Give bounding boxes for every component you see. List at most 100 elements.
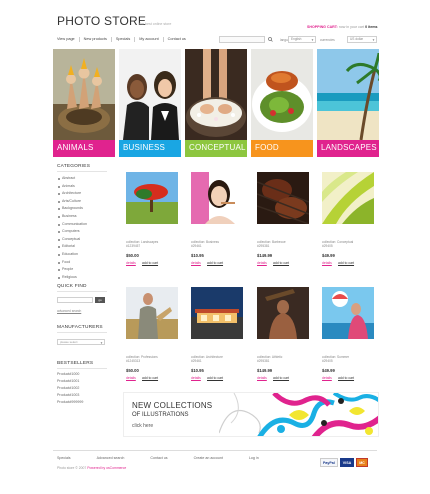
- nav-contact-us[interactable]: Contact us: [164, 37, 190, 42]
- currency-select[interactable]: US dollar ▼: [347, 36, 377, 43]
- tile-bar-conceptual: CONCEPTUAL: [185, 140, 247, 157]
- footer-divider: [53, 450, 377, 451]
- tile-bar-business: BUSINESS: [119, 140, 181, 157]
- product-card: collection: Athletic #295381 $149.99 deta…: [257, 287, 313, 387]
- nav-new-products[interactable]: New products: [80, 36, 112, 42]
- manufacturers-select[interactable]: please select ▼: [57, 339, 105, 345]
- category-item[interactable]: Religious: [57, 274, 109, 282]
- category-item[interactable]: Communication: [57, 221, 109, 229]
- promo-banner[interactable]: NEW COLLECTIONS OF ILLUSTRATIONS click h…: [123, 392, 379, 437]
- mastercard-logo: MC: [356, 458, 368, 467]
- category-item[interactable]: Editorial: [57, 243, 109, 251]
- product-image[interactable]: [257, 287, 309, 339]
- tile-label-animals: ANIMALS: [57, 143, 94, 152]
- details-link[interactable]: details: [257, 376, 267, 380]
- details-link[interactable]: details: [322, 261, 332, 265]
- promo-link[interactable]: click here: [132, 423, 153, 429]
- add-to-cart-link[interactable]: add to cart: [273, 376, 289, 380]
- divider: [57, 368, 107, 369]
- product-image[interactable]: [126, 287, 178, 339]
- tile-label-conceptual: CONCEPTUAL: [189, 143, 246, 152]
- banner-tile-landscapes[interactable]: LANDSCAPES: [317, 49, 379, 157]
- product-card: collection: Barbecue #295381 $149.99 deta…: [257, 172, 313, 272]
- footer-link-specials[interactable]: Specials: [57, 456, 71, 460]
- product-price: $50.00: [126, 368, 139, 373]
- add-to-cart-link[interactable]: add to cart: [142, 376, 158, 380]
- category-item[interactable]: Business: [57, 213, 109, 221]
- category-item[interactable]: Animals: [57, 183, 109, 191]
- nav-my-account[interactable]: My account: [135, 36, 164, 42]
- nav-specials[interactable]: Specials: [112, 36, 136, 42]
- banner-tile-animals[interactable]: ANIMALS: [53, 49, 115, 157]
- store-logo[interactable]: PHOTO STORE: [57, 13, 146, 28]
- category-item[interactable]: Architecture: [57, 190, 109, 198]
- search-button[interactable]: [267, 36, 273, 43]
- bestseller-item[interactable]: Product#1000: [57, 371, 109, 378]
- banner-tile-business[interactable]: BUSINESS: [119, 49, 181, 157]
- divider: [57, 171, 107, 172]
- footer-link-create-account[interactable]: Create an account: [194, 456, 223, 460]
- category-item[interactable]: Backgrounds: [57, 205, 109, 213]
- quickfind-button[interactable]: go: [95, 297, 105, 303]
- category-list: Abstract Animals Architecture Arts/Cultu…: [57, 175, 109, 281]
- product-image[interactable]: [257, 172, 309, 224]
- bestseller-item[interactable]: Product#1002: [57, 385, 109, 392]
- product-desc: collection: Barbecue #295381: [257, 240, 286, 249]
- add-to-cart-link[interactable]: add to cart: [338, 376, 354, 380]
- tile-bar-landscapes: LANDSCAPES: [317, 140, 379, 157]
- bestseller-item[interactable]: Product#1001: [57, 378, 109, 385]
- category-item[interactable]: Conceptual: [57, 236, 109, 244]
- search-input[interactable]: [219, 36, 265, 43]
- category-item[interactable]: Education: [57, 251, 109, 259]
- add-to-cart-link[interactable]: add to cart: [273, 261, 289, 265]
- product-image[interactable]: [126, 172, 178, 224]
- banner-tile-conceptual[interactable]: CONCEPTUAL: [185, 49, 247, 157]
- cart-count: 0 items: [365, 25, 378, 29]
- language-select[interactable]: English ▼: [288, 36, 316, 43]
- tile-label-food: FOOD: [255, 143, 279, 152]
- add-to-cart-link[interactable]: add to cart: [338, 261, 354, 265]
- promo-subtitle: OF ILLUSTRATIONS: [132, 412, 189, 418]
- powered-by-link[interactable]: Powered by osCommerce: [87, 466, 126, 470]
- details-link[interactable]: details: [126, 376, 136, 380]
- product-image[interactable]: [191, 287, 243, 339]
- product-desc: collection: Professions #1245313: [126, 355, 158, 364]
- quickfind-input[interactable]: [57, 297, 93, 303]
- payment-logos: PayPal VISA MC: [320, 458, 368, 467]
- category-item[interactable]: Food: [57, 259, 109, 267]
- add-to-cart-link[interactable]: add to cart: [142, 261, 158, 265]
- category-item[interactable]: Computers: [57, 228, 109, 236]
- category-item[interactable]: Arts/Culture: [57, 198, 109, 206]
- bestseller-item[interactable]: Product#1003: [57, 392, 109, 399]
- details-link[interactable]: details: [191, 261, 201, 265]
- details-link[interactable]: details: [191, 376, 201, 380]
- footer-links: Specials Advanced search Contact us Crea…: [57, 456, 285, 460]
- product-desc: collection: Conceptual #29405: [322, 240, 354, 249]
- product-price: $149.99: [257, 253, 273, 258]
- category-item[interactable]: Abstract: [57, 175, 109, 183]
- product-image[interactable]: [322, 172, 374, 224]
- product-image[interactable]: [322, 287, 374, 339]
- advanced-search-link[interactable]: advanced search: [57, 309, 81, 313]
- footer-link-contact-us[interactable]: Contact us: [150, 456, 167, 460]
- details-link[interactable]: details: [126, 261, 136, 265]
- store-tagline: the best online store: [139, 22, 172, 26]
- product-price: $49.99: [322, 368, 335, 373]
- product-card: collection: Professions #1245313 $50.00 d…: [126, 287, 182, 387]
- product-desc: collection: Business #29461: [191, 240, 219, 249]
- banner-tile-food[interactable]: FOOD: [251, 49, 313, 157]
- bestseller-item[interactable]: Product#999999: [57, 399, 109, 406]
- footer-link-advanced-search[interactable]: Advanced search: [97, 456, 125, 460]
- details-link[interactable]: details: [257, 261, 267, 265]
- nav-view-page[interactable]: View page: [53, 36, 80, 42]
- cart-label: SHOPPING CART:: [307, 25, 338, 29]
- chevron-down-icon: ▼: [372, 38, 375, 42]
- cart-summary[interactable]: SHOPPING CART: now in your cart 0 items: [307, 25, 378, 29]
- footer-link-log-in[interactable]: Log in: [249, 456, 259, 460]
- details-link[interactable]: details: [322, 376, 332, 380]
- add-to-cart-link[interactable]: add to cart: [207, 261, 223, 265]
- category-item[interactable]: People: [57, 266, 109, 274]
- chevron-down-icon: ▼: [100, 341, 103, 345]
- add-to-cart-link[interactable]: add to cart: [207, 376, 223, 380]
- product-image[interactable]: [191, 172, 243, 224]
